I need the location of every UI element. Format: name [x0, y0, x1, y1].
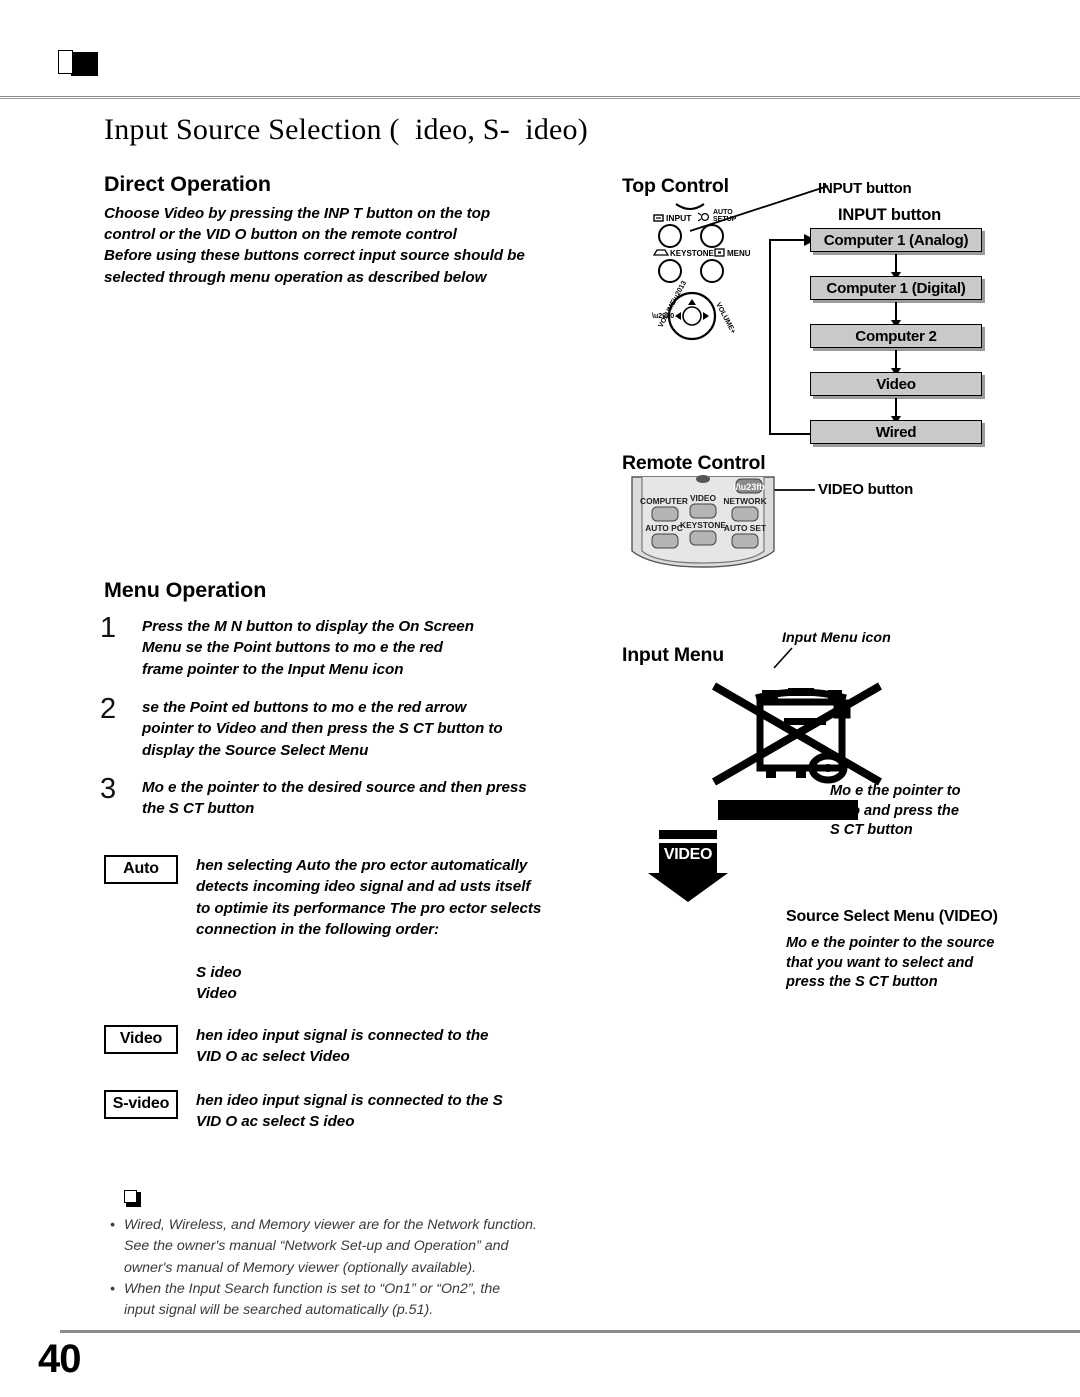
input-source-flowchart: Computer 1 (Analog) Computer 1 (Digital)… [790, 228, 1000, 446]
annotation-move-pointer-video: Mo e the pointer to ideo and press the S… [830, 783, 961, 838]
header-mark [58, 50, 98, 76]
svg-text:AUTO PC: AUTO PC [645, 523, 683, 533]
flow-box-wired[interactable]: Wired [810, 420, 982, 444]
term-label-s-video: S-video [104, 1090, 178, 1119]
svg-text:MENU: MENU [727, 249, 751, 258]
term-row-s-video: S-video hen ideo input signal is connect… [104, 1090, 614, 1133]
auto-order-list: S ideo Video [196, 964, 242, 1003]
svg-text:KEYSTONE: KEYSTONE [680, 520, 726, 530]
svg-text:AUTO SET: AUTO SET [724, 523, 767, 533]
term-text-video: hen ideo input signal is connected to th… [196, 1027, 489, 1066]
note-list: Wired, Wireless, and Memory viewer are f… [110, 1215, 630, 1321]
callout-video-button: VIDEO button [818, 481, 914, 498]
note-marker-icon [124, 1190, 141, 1207]
page-number: 40 [38, 1337, 81, 1381]
term-label-video: Video [104, 1025, 178, 1054]
flow-box-computer1-digital[interactable]: Computer 1 (Digital) [810, 276, 982, 300]
callout-input-button: INPUT button [818, 180, 912, 197]
svg-text:INPUT: INPUT [666, 213, 692, 223]
svg-text:VIDEO: VIDEO [690, 493, 717, 503]
menu-step-1: 1 Press the M N button to display the On… [100, 612, 610, 680]
svg-text:VOLUME\u2013: VOLUME\u2013 [658, 280, 689, 329]
header-rule [0, 96, 1080, 100]
footer-rule [60, 1330, 1080, 1333]
note-item: Wired, Wireless, and Memory viewer are f… [110, 1215, 630, 1279]
flow-box-video[interactable]: Video [810, 372, 982, 396]
term-text-auto: hen selecting Auto the pro ector automat… [196, 857, 542, 938]
video-arrow-label: VIDEO [663, 846, 713, 863]
svg-text:AUTO: AUTO [713, 209, 733, 216]
svg-text:I/\u23fb: I/\u23fb [733, 482, 765, 492]
term-text-s-video: hen ideo input signal is connected to th… [196, 1092, 503, 1131]
remote-control-diagram: I/\u23fb COMPUTER VIDEO NETWORK AUTO PC … [631, 475, 775, 568]
svg-text:NETWORK: NETWORK [723, 496, 766, 506]
term-row-auto: Auto hen selecting Auto the pro ector au… [104, 855, 614, 940]
svg-text:\u29b0: \u29b0 [652, 313, 674, 320]
term-label-auto: Auto [104, 855, 178, 884]
svg-text:VOLUME+: VOLUME+ [714, 302, 736, 335]
step-text: Press the M N button to display the On S… [142, 618, 474, 678]
step-number: 1 [100, 612, 117, 644]
step-text: Mo e the pointer to the desired source a… [142, 779, 527, 818]
menu-step-3: 3 Mo e the pointer to the desired source… [100, 773, 610, 820]
flowchart-heading: INPUT button [838, 206, 941, 224]
step-number: 2 [100, 693, 117, 725]
term-row-video: Video hen ideo input signal is connected… [104, 1025, 614, 1068]
direct-operation-body: Choose Video by pressing the INP T butto… [104, 205, 525, 286]
menu-step-2: 2 se the Point ed buttons to mo e the re… [100, 693, 610, 761]
flow-box-computer2[interactable]: Computer 2 [810, 324, 982, 348]
step-text: se the Point ed buttons to mo e the red … [142, 699, 503, 759]
step-number: 3 [100, 773, 117, 805]
svg-text:KEYSTONE: KEYSTONE [670, 249, 715, 258]
page-title: Input Source Selection ( ideo, S- ideo) [104, 113, 588, 146]
heading-direct-operation: Direct Operation [104, 172, 271, 196]
heading-menu-operation: Menu Operation [104, 578, 267, 602]
svg-text:SETUP: SETUP [713, 216, 737, 223]
flow-box-computer1-analog[interactable]: Computer 1 (Analog) [810, 228, 982, 252]
caption-source-select-menu: Source Select Menu (VIDEO) [786, 908, 998, 925]
annotation-source-select: Mo e the pointer to the source that you … [786, 935, 995, 991]
video-arrow-indicator: VIDEO [648, 830, 730, 902]
heading-remote-control: Remote Control [622, 452, 766, 474]
note-item: When the Input Search function is set to… [110, 1279, 630, 1322]
svg-text:COMPUTER: COMPUTER [640, 496, 688, 506]
label-input-menu-icon: Input Menu icon [782, 630, 891, 646]
